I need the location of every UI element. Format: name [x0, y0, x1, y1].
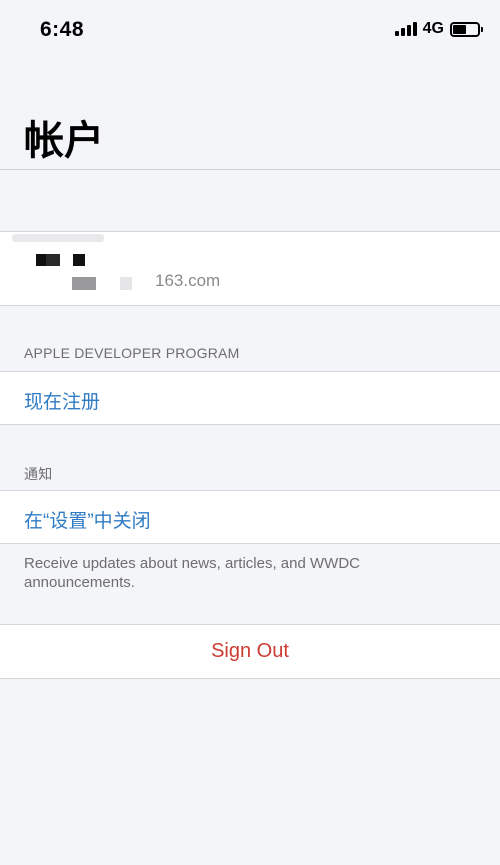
account-cell[interactable]: 163.com [0, 231, 500, 306]
redacted-name-block [36, 254, 46, 266]
cellular-signal-icon [394, 22, 417, 36]
enroll-now-cell[interactable]: 现在注册 [0, 371, 500, 425]
redacted-name-block [46, 254, 60, 266]
redacted-email-block [120, 277, 132, 290]
status-time: 6:48 [40, 18, 85, 41]
status-indicators: 4G [394, 20, 483, 38]
enroll-now-link[interactable]: 现在注册 [24, 387, 100, 414]
battery-level [453, 24, 467, 34]
page-title: 帐户 [24, 119, 104, 163]
redacted-name-block [12, 234, 104, 242]
network-type: 4G [422, 20, 444, 37]
sign-out-cell[interactable]: Sign Out [0, 624, 500, 679]
redacted-name-block [73, 254, 85, 266]
sign-out-button[interactable]: Sign Out [0, 640, 500, 663]
notifications-footer-note: Receive updates about news, articles, an… [24, 555, 360, 591]
turn-off-in-settings-link[interactable]: 在“设置”中关闭 [24, 506, 151, 533]
section-header-developer-program: APPLE DEVELOPER PROGRAM [24, 345, 240, 361]
account-email: 163.com [155, 271, 221, 290]
divider [0, 169, 500, 170]
section-header-notifications: 通知 [24, 466, 53, 482]
notification-settings-cell[interactable]: 在“设置”中关闭 [0, 490, 500, 544]
status-bar: 6:48 4G [0, 0, 500, 60]
redacted-email-block [72, 277, 96, 290]
battery-icon [450, 21, 483, 37]
